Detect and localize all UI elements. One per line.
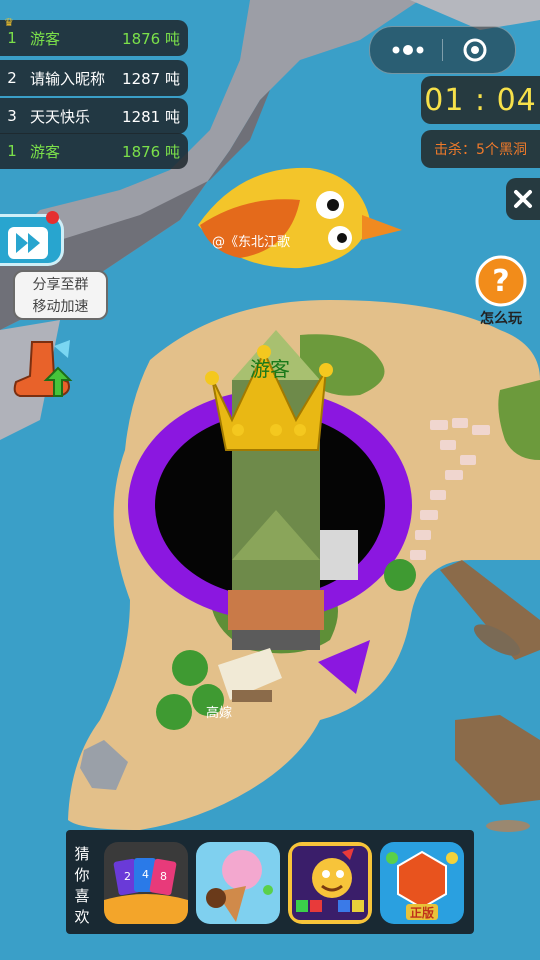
- miniprogram-capsule: [369, 26, 516, 74]
- rank-number: 3: [7, 107, 17, 125]
- leaderboard-row: 3 天天快乐 1281 吨: [0, 98, 188, 134]
- game-tile-popstar[interactable]: [288, 842, 372, 924]
- game-tile-icecream[interactable]: [196, 842, 280, 924]
- help-label[interactable]: 怎么玩: [469, 308, 533, 328]
- player-name: 游客: [30, 29, 61, 48]
- close-button[interactable]: [506, 178, 540, 220]
- guess-you-like-bar: 猜 你 喜 欢 2 4 8 正版: [66, 830, 474, 934]
- notification-dot: [46, 211, 59, 224]
- guess-label-char: 你: [74, 866, 90, 884]
- share-speed-tip[interactable]: 分享至群 移动加速: [13, 270, 108, 320]
- player-score: 1876 吨: [122, 142, 180, 161]
- other-hole-name-tag: 高嫁: [206, 705, 232, 721]
- rank-number: 1: [7, 142, 17, 160]
- exit-icon[interactable]: [462, 37, 488, 63]
- capsule-divider: [442, 39, 443, 61]
- cards-game-icon: 2 4 8: [104, 842, 188, 924]
- fast-forward-icon: [8, 227, 48, 259]
- rank-number: 2: [7, 69, 17, 87]
- guess-label-char: 猜: [74, 845, 90, 863]
- card-digit: 2: [124, 870, 131, 883]
- game-tile-gem[interactable]: 正版: [380, 842, 464, 924]
- player-name: 请输入昵称: [30, 69, 106, 88]
- countdown-timer: 01 : 04: [421, 76, 540, 124]
- guess-label-char: 欢: [74, 908, 90, 926]
- player-score: 1876 吨: [122, 29, 180, 48]
- player-name: 游客: [30, 142, 61, 161]
- popstar-game-icon: [288, 842, 372, 924]
- help-button[interactable]: ?: [474, 254, 528, 308]
- leaderboard-row-self: 1 游客 1876 吨: [0, 133, 188, 169]
- crown-icon: ♛: [4, 16, 14, 29]
- player-score: 1287 吨: [122, 69, 180, 88]
- player-score: 1281 吨: [122, 107, 180, 126]
- gem-game-icon: 正版: [380, 842, 464, 924]
- icecream-game-icon: [196, 842, 280, 924]
- gem-game-badge: 正版: [410, 905, 434, 920]
- player-name: 天天快乐: [30, 107, 91, 126]
- speed-boot-icon[interactable]: [10, 336, 76, 406]
- share-tip-line2: 移动加速: [32, 299, 89, 315]
- question-mark-icon: ?: [492, 264, 509, 299]
- leaderboard-row: ♛ 1 游客 1876 吨: [0, 16, 188, 56]
- kill-count: 击杀：5个黑洞: [421, 130, 540, 168]
- leaderboard-row: 2 请输入昵称 1287 吨: [0, 60, 188, 96]
- game-tile-cards[interactable]: 2 4 8: [104, 842, 188, 924]
- more-icon[interactable]: [388, 41, 428, 59]
- player-name-tag: 游客: [250, 357, 290, 381]
- card-digit: 4: [142, 868, 149, 881]
- share-tip-line1: 分享至群: [32, 277, 89, 293]
- guess-you-like-label: 猜 你 喜 欢: [72, 844, 92, 928]
- card-digit: 8: [160, 870, 167, 883]
- guess-label-char: 喜: [74, 887, 90, 905]
- enemy-name-tag: @《东北江歌: [212, 235, 290, 250]
- close-icon: [514, 190, 532, 208]
- rank-number: 1: [7, 29, 17, 47]
